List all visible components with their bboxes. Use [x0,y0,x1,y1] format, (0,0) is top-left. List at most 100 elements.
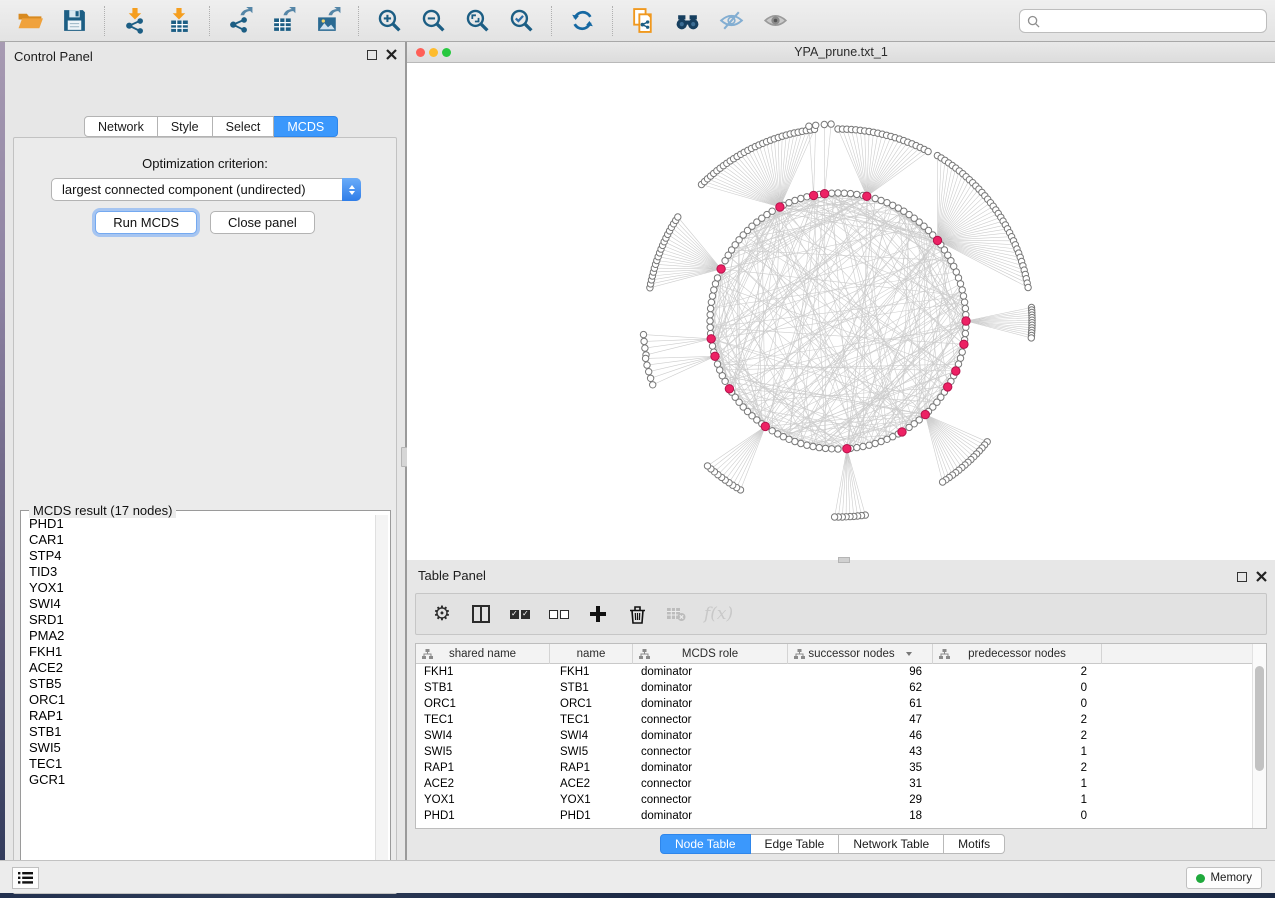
table-cell[interactable]: 0 [933,808,1102,824]
table-cell[interactable]: connector [633,712,788,728]
table-row[interactable]: RAP1RAP1dominator352 [416,760,1102,776]
tab-node-table[interactable]: Node Table [660,834,751,854]
table-row[interactable]: PHD1PHD1dominator180 [416,808,1102,824]
table-cell[interactable]: 62 [788,680,933,696]
table-cell[interactable]: 0 [933,680,1102,696]
table-row[interactable]: STB1STB1dominator620 [416,680,1102,696]
table-cell[interactable]: SWI5 [416,744,550,760]
mcds-result-item[interactable]: SRD1 [22,612,374,628]
table-cell[interactable]: 18 [788,808,933,824]
mcds-result-item[interactable]: TEC1 [22,756,374,772]
table-cell[interactable]: 61 [788,696,933,712]
column-header-predecessor-nodes[interactable]: predecessor nodes [933,644,1102,664]
save-icon[interactable] [52,3,96,39]
level-of-detail-eye-icon[interactable] [753,3,797,39]
tab-motifs[interactable]: Motifs [944,834,1005,854]
add-row-icon[interactable] [587,601,609,627]
mcds-result-item[interactable]: RAP1 [22,708,374,724]
table-cell[interactable]: PHD1 [550,808,633,824]
deselect-all-icon[interactable] [548,601,570,627]
table-cell[interactable]: dominator [633,808,788,824]
table-cell[interactable]: YOX1 [416,792,550,808]
mcds-result-item[interactable]: ORC1 [22,692,374,708]
zoom-fit-icon[interactable] [455,3,499,39]
search-input[interactable] [1019,9,1267,33]
table-cell[interactable]: FKH1 [550,664,633,680]
column-header-successor-nodes[interactable]: successor nodes [788,644,933,664]
settings-gear-icon[interactable]: ⚙ [431,601,453,627]
table-cell[interactable]: ORC1 [416,696,550,712]
table-cell[interactable]: connector [633,744,788,760]
insert-column-icon[interactable] [470,601,492,627]
table-cell[interactable]: SWI4 [550,728,633,744]
table-cell[interactable]: dominator [633,664,788,680]
table-row[interactable]: FKH1FKH1dominator962 [416,664,1102,680]
table-cell[interactable]: dominator [633,696,788,712]
mcds-result-item[interactable]: FKH1 [22,644,374,660]
tab-network-table[interactable]: Network Table [839,834,944,854]
run-mcds-button[interactable]: Run MCDS [95,211,197,234]
delete-row-trash-icon[interactable] [626,601,648,627]
table-cell[interactable]: RAP1 [550,760,633,776]
mcds-result-item[interactable]: CAR1 [22,532,374,548]
table-row[interactable]: TEC1TEC1connector472 [416,712,1102,728]
close-panel-icon[interactable] [386,49,397,60]
table-cell[interactable]: 1 [933,792,1102,808]
mcds-result-item[interactable]: SWI4 [22,596,374,612]
column-header-name[interactable]: name [550,644,633,664]
tab-edge-table[interactable]: Edge Table [751,834,840,854]
table-cell[interactable]: 46 [788,728,933,744]
zoom-in-icon[interactable] [367,3,411,39]
tab-select[interactable]: Select [213,116,275,137]
mcds-result-item[interactable]: YOX1 [22,580,374,596]
export-table-icon[interactable] [262,3,306,39]
close-panel-icon[interactable] [1256,571,1267,582]
close-panel-button[interactable]: Close panel [210,211,315,234]
table-cell[interactable]: connector [633,776,788,792]
tab-network[interactable]: Network [84,116,158,137]
table-cell[interactable]: TEC1 [550,712,633,728]
mcds-result-item[interactable]: PHD1 [22,516,374,532]
export-network-icon[interactable] [218,3,262,39]
mcds-result-item[interactable]: STP4 [22,548,374,564]
tab-style[interactable]: Style [158,116,213,137]
table-cell[interactable]: 29 [788,792,933,808]
table-cell[interactable]: 1 [933,776,1102,792]
network-window-titlebar[interactable]: YPA_prune.txt_1 [407,42,1275,63]
mcds-result-item[interactable]: SWI5 [22,740,374,756]
table-cell[interactable]: SWI4 [416,728,550,744]
float-panel-icon[interactable] [367,50,377,60]
table-cell[interactable]: STB1 [416,680,550,696]
table-cell[interactable]: dominator [633,680,788,696]
table-cell[interactable]: 2 [933,728,1102,744]
column-header-shared-name[interactable]: shared name [416,644,550,664]
result-list-scrollbar[interactable] [375,515,388,876]
mcds-result-item[interactable]: ACE2 [22,660,374,676]
import-network-icon[interactable] [113,3,157,39]
mcds-result-item[interactable]: GCR1 [22,772,374,788]
tab-mcds[interactable]: MCDS [274,116,338,137]
table-cell[interactable]: 2 [933,664,1102,680]
float-panel-icon[interactable] [1237,572,1247,582]
mcds-result-item[interactable]: STB5 [22,676,374,692]
table-cell[interactable]: ACE2 [416,776,550,792]
table-cell[interactable]: 43 [788,744,933,760]
table-scrollbar[interactable] [1252,644,1266,828]
mcds-result-item[interactable]: TID3 [22,564,374,580]
search-field[interactable] [1045,14,1259,28]
table-cell[interactable]: FKH1 [416,664,550,680]
table-cell[interactable]: ACE2 [550,776,633,792]
import-table-icon[interactable] [157,3,201,39]
memory-button[interactable]: Memory [1186,867,1262,889]
table-row[interactable]: SWI4SWI4dominator462 [416,728,1102,744]
table-cell[interactable]: 0 [933,696,1102,712]
refresh-layout-icon[interactable] [560,3,604,39]
network-canvas[interactable] [407,63,1275,560]
table-cell[interactable]: RAP1 [416,760,550,776]
table-cell[interactable]: 47 [788,712,933,728]
table-cell[interactable]: connector [633,792,788,808]
select-all-icon[interactable] [509,601,531,627]
open-folder-icon[interactable] [8,3,52,39]
export-image-icon[interactable] [306,3,350,39]
table-cell[interactable]: 31 [788,776,933,792]
